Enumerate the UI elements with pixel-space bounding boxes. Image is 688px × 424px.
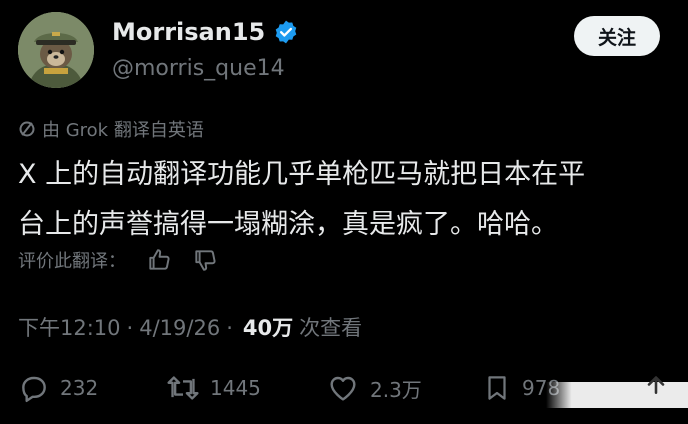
verified-badge-icon	[273, 19, 299, 45]
rate-translation: 评价此翻译：	[18, 247, 218, 273]
action-bar: 232 1445 2.3万 978	[0, 366, 688, 410]
share-button[interactable]	[642, 366, 680, 410]
author-handle[interactable]: @morris_que14	[112, 56, 285, 81]
slashed-circle-icon	[19, 121, 35, 137]
tweet-text-line-1: X 上的自动翻译功能几乎单枪匹马就把日本在平	[18, 159, 586, 190]
reply-count: 232	[60, 376, 99, 400]
author-name[interactable]: Morrisan15	[112, 18, 299, 46]
repost-arrows-icon	[167, 376, 199, 400]
like-count: 2.3万	[370, 377, 422, 402]
thumbs-down-icon[interactable]	[192, 247, 218, 273]
heart-icon	[330, 376, 356, 401]
reply-button[interactable]: 232	[18, 366, 98, 410]
rate-translation-label: 评价此翻译：	[18, 251, 126, 272]
translation-notice: 由 Grok 翻译自英语	[18, 116, 204, 142]
translation-notice-text: 由 Grok 翻译自英语	[42, 120, 204, 141]
tweet-time[interactable]: 下午12:10	[18, 312, 121, 342]
display-name[interactable]: Morrisan15	[112, 18, 265, 46]
bookmark-icon	[488, 376, 506, 400]
avatar-image	[18, 12, 94, 88]
share-arrow-icon	[647, 376, 665, 394]
tweet-card: Morrisan15 @morris_que14 关注 由 Grok 翻译自英语…	[0, 0, 688, 424]
tweet-text: X 上的自动翻译功能几乎单枪匹马就把日本在平 台上的声誉搞得一塌糊涂，真是疯了。…	[18, 150, 673, 250]
tweet-text-line-2: 台上的声誉搞得一塌糊涂，真是疯了。哈哈。	[18, 209, 558, 240]
like-button[interactable]: 2.3万	[326, 366, 422, 410]
avatar[interactable]	[18, 12, 94, 88]
repost-count: 1445	[210, 376, 261, 400]
speech-bubble-icon	[22, 376, 46, 402]
views-count[interactable]: 40万	[243, 312, 293, 342]
repost-button[interactable]: 1445	[166, 366, 261, 410]
views-label: 次查看	[299, 316, 363, 340]
meta-separator: ·	[126, 316, 134, 340]
thumbs-up-icon[interactable]	[146, 247, 172, 273]
meta-separator: ·	[226, 316, 233, 340]
follow-button[interactable]: 关注	[574, 16, 660, 56]
tweet-date[interactable]: 4/19/26	[139, 316, 220, 340]
tweet-meta: 下午12:10 · 4/19/26 · 40万 次查看	[18, 312, 362, 342]
